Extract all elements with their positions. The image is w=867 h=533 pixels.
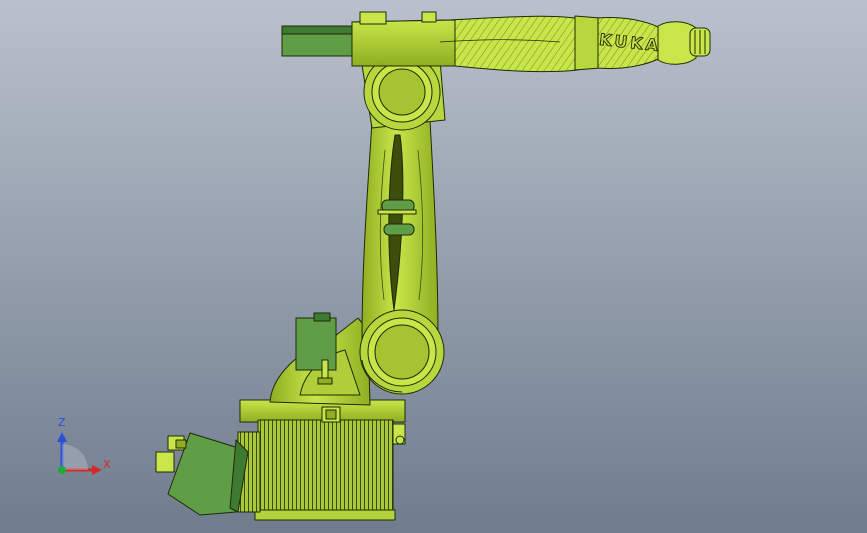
model-canvas[interactable]: KUKA Z X [0,0,867,533]
robot-wrist[interactable]: KUKA [574,15,711,71]
robot-lower-arm[interactable] [361,119,439,341]
y-axis-indicator [58,466,66,474]
z-axis-label: Z [58,416,66,429]
x-axis-label: X [103,458,111,471]
robot-base[interactable] [237,399,406,521]
graphics-viewport[interactable]: KUKA Z X [0,0,867,533]
shoulder-joint[interactable] [359,309,445,395]
